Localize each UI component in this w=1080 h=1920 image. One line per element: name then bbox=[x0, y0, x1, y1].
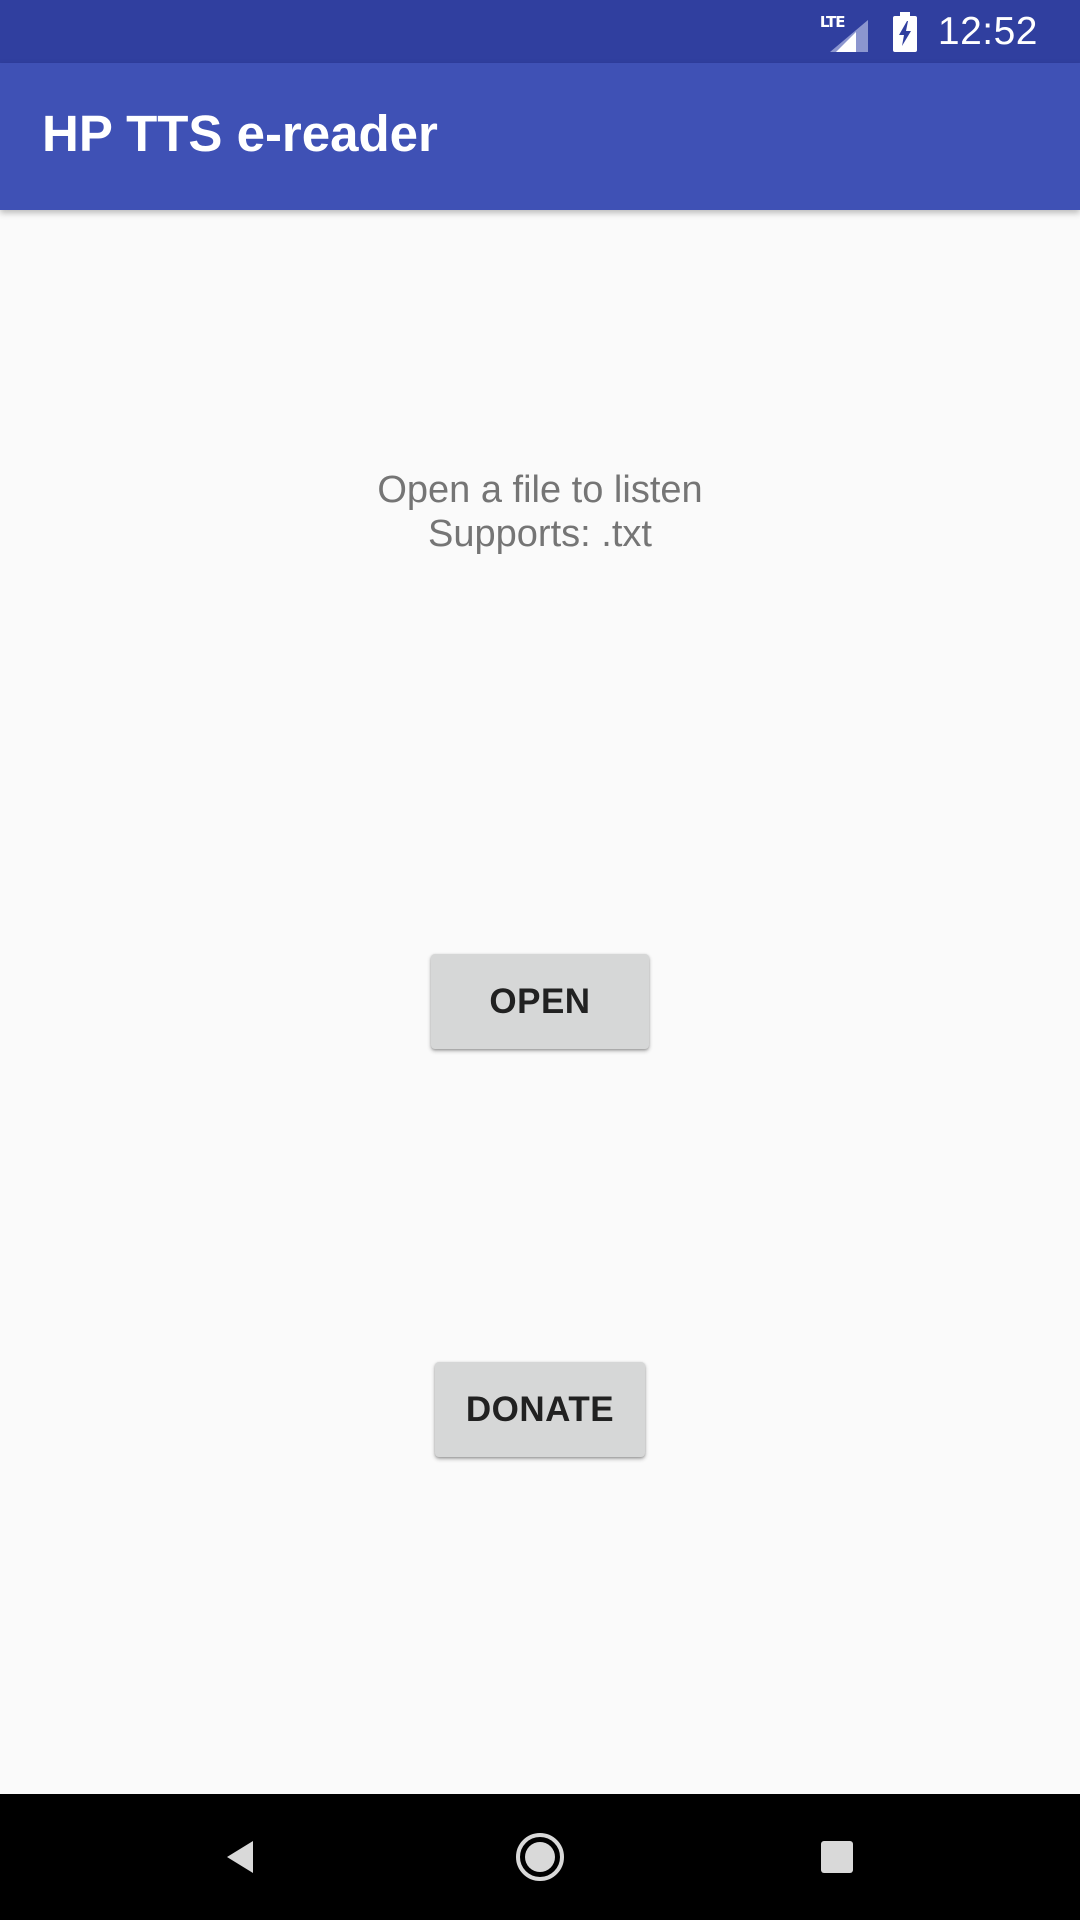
main-content: Open a file to listen Supports: .txt OPE… bbox=[0, 210, 1080, 1794]
status-bar: LTE 12:52 bbox=[0, 0, 1080, 63]
status-clock: 12:52 bbox=[937, 9, 1038, 53]
screen: LTE 12:52 HP TTS e-reader Open a file to… bbox=[0, 0, 1080, 1920]
status-icons: LTE 12:52 bbox=[820, 0, 1080, 63]
donate-button[interactable]: DONATE bbox=[435, 1362, 645, 1457]
prompt-line-open-file: Open a file to listen bbox=[377, 469, 703, 511]
home-icon[interactable] bbox=[500, 1817, 580, 1897]
lte-signal-icon: LTE bbox=[820, 12, 870, 52]
open-file-prompt: Open a file to listen Supports: .txt bbox=[0, 468, 1080, 556]
battery-charging-icon bbox=[892, 11, 918, 52]
prompt-line-supported-formats: Supports: .txt bbox=[428, 513, 652, 555]
app-bar: HP TTS e-reader bbox=[0, 63, 1080, 210]
back-icon[interactable] bbox=[201, 1817, 281, 1897]
recents-icon[interactable] bbox=[797, 1817, 877, 1897]
open-button[interactable]: OPEN bbox=[431, 954, 649, 1049]
navigation-bar bbox=[0, 1794, 1080, 1920]
app-title: HP TTS e-reader bbox=[42, 105, 438, 162]
